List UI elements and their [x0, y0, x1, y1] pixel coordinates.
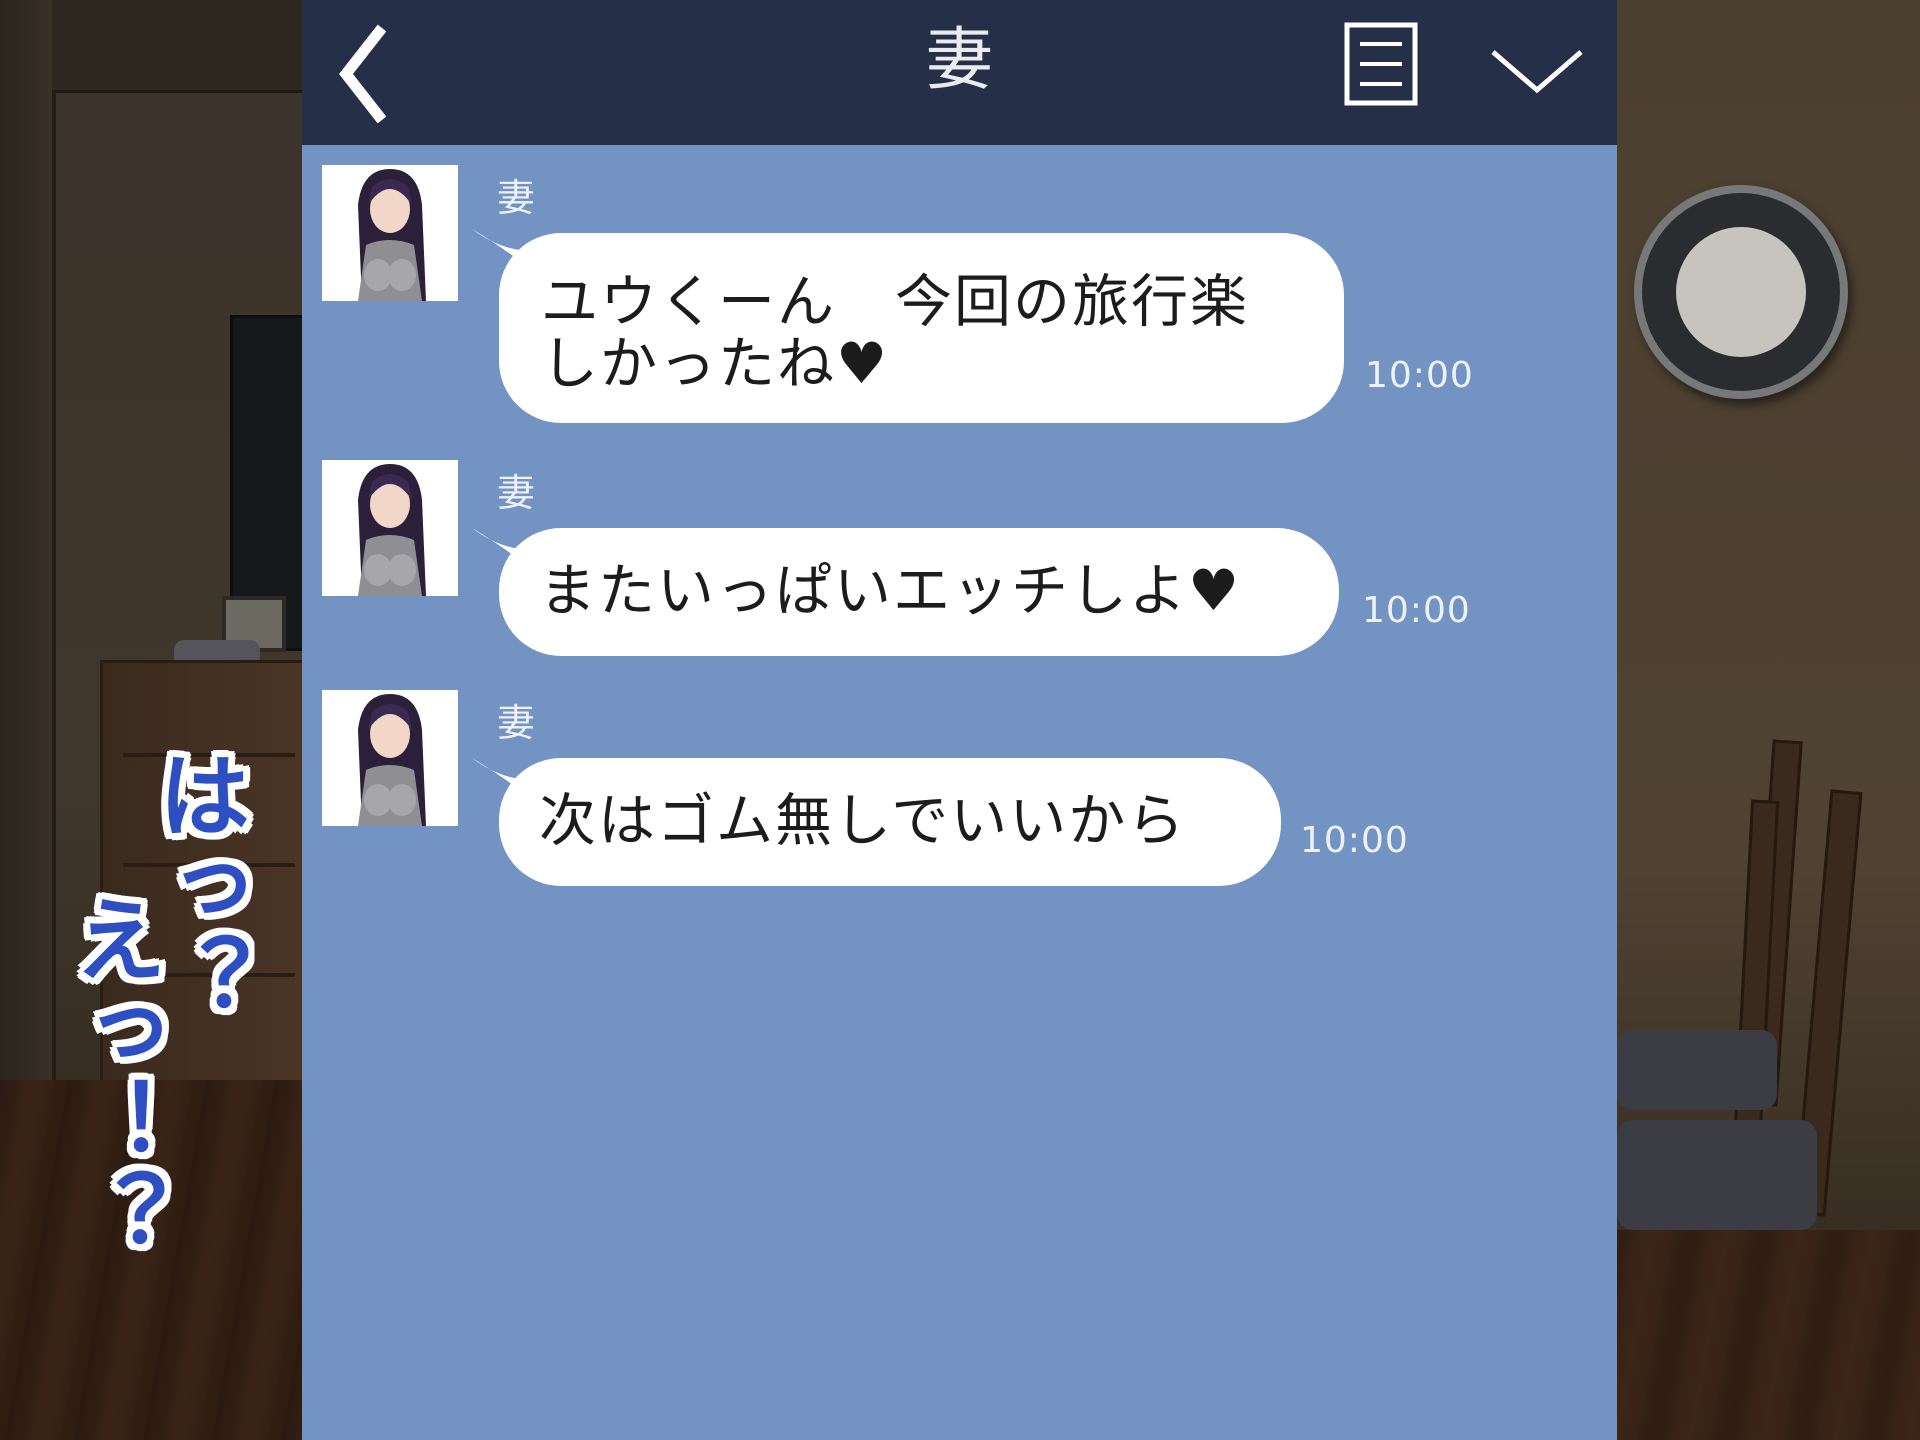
chat-header: 妻 — [302, 0, 1617, 145]
back-button[interactable] — [332, 14, 422, 124]
message-timestamp: 10:00 — [1365, 355, 1474, 396]
menu-button[interactable] — [1342, 20, 1422, 110]
message-text: 次はゴム無しでいいから — [539, 788, 1187, 854]
message-text-line: ユウくーん 今回の旅行楽 — [541, 269, 1249, 335]
chair-seat — [1617, 1120, 1817, 1230]
message-timestamp: 10:00 — [1362, 590, 1471, 631]
chair-seat — [1617, 1030, 1777, 1110]
sender-name: 妻 — [497, 471, 536, 515]
landline-phone — [174, 640, 260, 662]
ceiling — [52, 0, 302, 93]
floor-right — [1617, 1230, 1920, 1440]
message-timestamp: 10:00 — [1300, 820, 1409, 861]
avatar-image — [322, 165, 458, 301]
reaction-text-second: えっ！？ — [59, 892, 166, 1260]
sender-name: 妻 — [497, 701, 536, 745]
avatar[interactable] — [322, 690, 458, 826]
message-text: またいっぱいエッチしよ — [539, 558, 1188, 624]
chat-app: 妻 妻 ユウくーん 今回の旅行楽 しかったね♥ 10:00 妻 またいっぱいエッ… — [302, 0, 1617, 1440]
message-text: しかったね — [541, 331, 836, 397]
avatar[interactable] — [322, 165, 458, 301]
chevron-down-icon — [1491, 50, 1583, 94]
chevron-left-icon — [339, 24, 387, 124]
message-bubble[interactable]: 次はゴム無しでいいから — [499, 758, 1281, 886]
heart-emoji: ♥ — [836, 331, 890, 397]
clock-face — [1676, 227, 1806, 357]
note-menu-icon — [1344, 22, 1418, 106]
message-text-line: しかったね♥ — [541, 333, 1344, 395]
message-text-line: またいっぱいエッチしよ♥ — [539, 560, 1339, 622]
collapse-button[interactable] — [1487, 30, 1587, 110]
message-bubble[interactable]: ユウくーん 今回の旅行楽 しかったね♥ — [499, 233, 1344, 423]
avatar[interactable] — [322, 460, 458, 596]
chat-title: 妻 — [925, 21, 994, 100]
sender-name: 妻 — [497, 176, 536, 220]
message-bubble[interactable]: またいっぱいエッチしよ♥ — [499, 528, 1339, 656]
avatar-image — [322, 460, 458, 596]
wall-clock — [1634, 185, 1848, 399]
avatar-image — [322, 690, 458, 826]
heart-emoji: ♥ — [1188, 558, 1242, 624]
